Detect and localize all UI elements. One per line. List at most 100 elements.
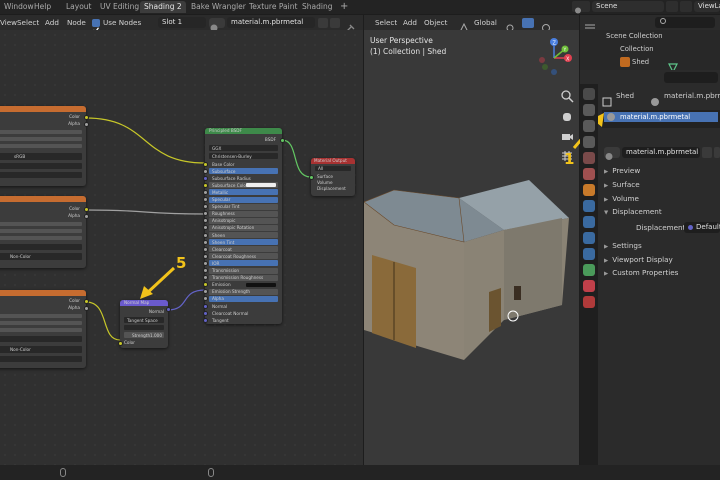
tab-shading-2[interactable]: Shading 2	[140, 1, 186, 13]
pivot-icon[interactable]	[504, 18, 516, 32]
socket-metallic[interactable]	[203, 189, 208, 195]
scene-selector[interactable]: Scene	[592, 1, 664, 12]
bsdf-input-sheen[interactable]: Sheen	[209, 232, 278, 238]
scene-collection-item[interactable]: Scene Collection	[606, 32, 663, 41]
node-field[interactable]	[0, 244, 82, 250]
scene-icon[interactable]	[572, 1, 590, 14]
socket-bsdf-out[interactable]	[280, 138, 285, 143]
menu-select[interactable]: Select	[375, 18, 397, 27]
properties-search-field[interactable]	[664, 72, 718, 83]
node-field[interactable]	[0, 328, 82, 332]
panel-displacement[interactable]: ▼ Displacement	[604, 207, 662, 218]
tool-tab-icon[interactable]	[583, 88, 595, 100]
node-field[interactable]	[0, 236, 82, 240]
material-browse-icon[interactable]	[604, 147, 620, 160]
constraints-tab-icon[interactable]	[583, 248, 595, 260]
bsdf-input-clearcoat[interactable]: Clearcoat	[209, 246, 278, 253]
shed-object-item[interactable]: Shed	[632, 58, 649, 67]
bsdf-input-specular-tint[interactable]: Specular Tint	[209, 203, 278, 210]
bsdf-input-transmission[interactable]: Transmission	[209, 267, 278, 274]
fake-user-icon[interactable]	[318, 18, 328, 28]
node-field[interactable]	[0, 356, 82, 362]
node-field[interactable]	[0, 336, 82, 342]
bsdf-input-subsurface-radius[interactable]: Subsurface Radius	[209, 175, 278, 181]
socket-transmission[interactable]	[203, 268, 208, 273]
node-field[interactable]	[0, 163, 82, 169]
panel-surface[interactable]: ▶ Surface	[604, 180, 640, 191]
node-field[interactable]	[0, 172, 82, 178]
socket-sheen-tint[interactable]	[203, 239, 208, 245]
transform-orientation-select[interactable]: Global	[474, 18, 497, 27]
output-tab-icon[interactable]	[583, 120, 595, 132]
fake-user-icon[interactable]	[702, 147, 712, 158]
menu-add[interactable]: Add	[403, 18, 417, 27]
node-field[interactable]	[0, 144, 82, 148]
principled-bsdf-node[interactable]: Principled BSDF BSDF GGX Christensen-Bur…	[205, 128, 282, 324]
bsdf-input-clearcoat-roughness[interactable]: Clearcoat Roughness	[209, 253, 278, 260]
add-workspace-button[interactable]: +	[336, 1, 352, 13]
proportional-edit-icon[interactable]	[540, 18, 552, 32]
bsdf-input-sheen-tint[interactable]: Sheen Tint	[209, 239, 278, 246]
node-field[interactable]	[0, 321, 82, 325]
slot-selector[interactable]: Slot 1	[158, 17, 206, 28]
socket-normal[interactable]	[203, 303, 208, 309]
texture-tab-icon[interactable]	[583, 296, 595, 308]
bsdf-input-clearcoat-normal[interactable]: Clearcoat Normal	[209, 310, 278, 316]
bsdf-input-emission[interactable]: Emission	[209, 282, 278, 288]
pin-icon[interactable]	[344, 18, 358, 32]
socket-subsurface[interactable]	[203, 168, 208, 174]
node-editor-canvas[interactable]: Color Alpha sRGB Color Alpha Non-Color C…	[0, 30, 363, 465]
menu-object[interactable]: Object	[424, 18, 447, 27]
outliner-search-field[interactable]	[655, 17, 715, 28]
bsdf-input-base-color[interactable]: Base Color	[209, 161, 278, 167]
scene-tab-icon[interactable]	[583, 152, 595, 164]
bsdf-input-roughness[interactable]: Roughness	[209, 210, 278, 217]
image-texture-node-2[interactable]: Color Alpha Non-Color	[0, 196, 86, 268]
target-field[interactable]: All	[315, 166, 351, 171]
material-name-field[interactable]: material.m.pbrmetal	[227, 17, 315, 28]
color-swatch[interactable]	[246, 282, 276, 287]
tab-uv-editing[interactable]: UV Editing	[96, 1, 143, 13]
material-slot-list[interactable]: material.m.pbrmetal	[602, 110, 720, 128]
snap-icon[interactable]	[522, 18, 534, 28]
bsdf-input-transmission-roughness[interactable]: Transmission Roughness	[209, 274, 278, 281]
socket-alpha[interactable]	[84, 306, 89, 311]
modifiers-wrench-icon[interactable]	[583, 200, 595, 212]
distribution-field[interactable]: GGX	[209, 145, 278, 151]
colorspace-field[interactable]: Non-Color	[0, 346, 82, 353]
panel-preview[interactable]: ▶ Preview	[604, 166, 640, 177]
bsdf-input-specular[interactable]: Specular	[209, 196, 278, 203]
socket-alpha[interactable]	[84, 122, 89, 127]
socket-subsurface-radius[interactable]	[203, 175, 208, 181]
subsurface-method-field[interactable]: Christensen-Burley	[209, 153, 278, 159]
bsdf-input-anisotropic[interactable]: Anisotropic	[209, 217, 278, 224]
physics-tab-icon[interactable]	[583, 232, 595, 244]
socket-ior[interactable]	[203, 260, 208, 266]
modifier-icon[interactable]	[668, 58, 678, 74]
delete-scene-icon[interactable]	[680, 1, 692, 12]
tab-bake-wrangler[interactable]: Bake Wrangler	[187, 1, 250, 13]
tab-layout[interactable]: Layout	[62, 1, 96, 13]
uv-field[interactable]	[124, 325, 164, 330]
menu-view[interactable]: View	[0, 18, 17, 27]
material-output-node[interactable]: Material Output All Surface Volume Displ…	[311, 158, 355, 196]
socket-normal-out[interactable]	[166, 307, 171, 312]
node-field[interactable]	[0, 314, 82, 318]
bsdf-input-subsurface[interactable]: Subsurface	[209, 168, 278, 175]
transform-orientation-icon[interactable]	[458, 18, 470, 33]
socket-color[interactable]	[84, 207, 89, 212]
new-material-icon[interactable]	[714, 147, 720, 158]
socket-clearcoat[interactable]	[203, 246, 208, 252]
render-tab-icon[interactable]	[583, 104, 595, 116]
menu-node[interactable]: Node	[67, 18, 86, 27]
bsdf-input-alpha[interactable]: Alpha	[209, 295, 278, 302]
socket-base-color[interactable]	[203, 161, 208, 167]
socket-subsurface-color[interactable]	[203, 182, 208, 188]
material-datablock-field[interactable]: material.m.pbrmetal	[622, 147, 700, 158]
socket-color-in[interactable]	[118, 341, 123, 346]
socket-tangent[interactable]	[203, 317, 208, 323]
strength-field[interactable]: Strength 1.000	[124, 332, 164, 338]
panel-custom-properties[interactable]: ▶ Custom Properties	[604, 268, 678, 279]
menu-add[interactable]: Add	[45, 18, 59, 27]
socket-specular[interactable]	[203, 197, 208, 202]
